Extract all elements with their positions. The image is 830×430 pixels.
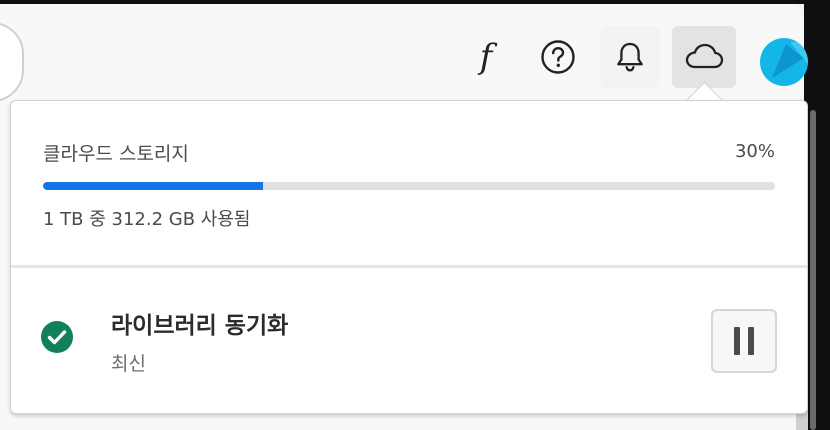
library-sync-status: 최신	[111, 353, 146, 375]
storage-usage-text: 1 TB 중 312.2 GB 사용됨	[43, 209, 251, 230]
cloud-storage-popover: 클라우드 스토리지 30% 1 TB 중 312.2 GB 사용됨 라이브러리 …	[10, 100, 808, 414]
section-divider	[11, 265, 807, 268]
check-circle-icon	[41, 321, 73, 353]
pause-icon	[730, 327, 758, 355]
cloud-icon	[685, 43, 724, 69]
storage-title: 클라우드 스토리지	[43, 143, 189, 165]
pause-sync-button[interactable]	[711, 309, 777, 373]
app-header: f	[0, 4, 808, 102]
storage-percent: 30%	[734, 141, 775, 162]
fonts-button[interactable]: f	[456, 26, 516, 88]
scrollbar-thumb[interactable]	[810, 110, 816, 430]
help-button[interactable]	[528, 26, 588, 88]
storage-progress-fill	[43, 182, 263, 190]
avatar-icon	[772, 42, 808, 78]
avatar[interactable]	[760, 38, 808, 86]
search-field-edge[interactable]	[0, 22, 24, 102]
notifications-button[interactable]	[600, 26, 660, 88]
font-icon: f	[479, 37, 493, 77]
library-sync-title: 라이브러리 동기화	[111, 313, 289, 339]
bell-icon	[617, 42, 643, 72]
cloud-storage-button[interactable]	[672, 26, 736, 88]
help-icon	[541, 40, 575, 74]
storage-progress-bar	[43, 182, 775, 190]
